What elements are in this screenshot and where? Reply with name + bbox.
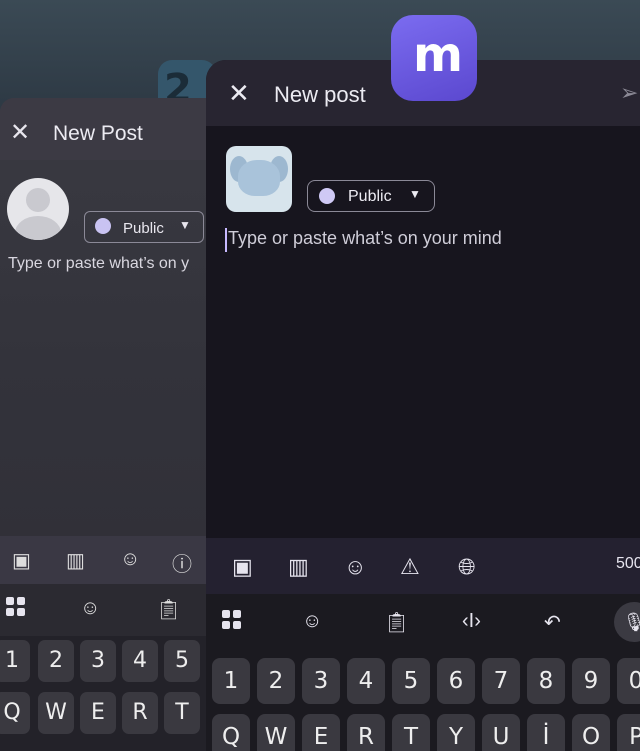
- info-icon[interactable]: ⓘ: [172, 548, 192, 577]
- left-header: ✕ New Post: [0, 98, 206, 160]
- left-keyboard-toolbar: ☺ 📋︎: [0, 584, 206, 636]
- emoji-keyboard-icon[interactable]: ☺: [302, 610, 322, 633]
- key-6[interactable]: 6: [437, 658, 475, 704]
- globe-icon: [319, 188, 335, 204]
- visibility-dropdown[interactable]: Public ▼: [307, 180, 435, 212]
- key-4[interactable]: 4: [122, 640, 158, 682]
- key-5[interactable]: 5: [164, 640, 200, 682]
- caret-down-icon: ▼: [179, 218, 191, 232]
- poll-icon[interactable]: ▥: [66, 548, 85, 573]
- right-compose-toolbar: ▣ ▥ ☺ ⚠ 🌐︎ 500: [206, 538, 640, 594]
- post-text-input[interactable]: Type or paste what’s on your mind: [228, 228, 502, 249]
- key-t[interactable]: T: [164, 692, 200, 734]
- content-warning-icon[interactable]: ⚠: [400, 554, 420, 580]
- right-title: New post: [274, 82, 366, 107]
- mic-icon[interactable]: 🎙︎: [614, 602, 640, 642]
- emoji-icon[interactable]: ☺: [344, 554, 366, 580]
- caret-down-icon: ▼: [409, 187, 421, 201]
- text-cursor-control-icon[interactable]: ‹I›: [462, 610, 481, 633]
- apps-grid-icon[interactable]: [6, 597, 26, 623]
- visibility-label: Public: [348, 188, 392, 205]
- right-compose-window: ✕ New post ➢ Public ▼ Type or paste what…: [206, 60, 640, 751]
- send-icon[interactable]: ➢: [620, 80, 638, 106]
- key-r[interactable]: R: [122, 692, 158, 734]
- clipboard-icon[interactable]: 📋︎: [384, 610, 409, 635]
- key-w[interactable]: W: [257, 714, 295, 751]
- poll-icon[interactable]: ▥: [288, 554, 309, 580]
- key-q[interactable]: Q: [212, 714, 250, 751]
- post-text-input[interactable]: Type or paste what’s on y: [8, 255, 206, 273]
- globe-icon: [95, 218, 111, 234]
- close-icon[interactable]: ✕: [10, 118, 30, 147]
- key-4[interactable]: 4: [347, 658, 385, 704]
- key-1[interactable]: 1: [0, 640, 30, 682]
- undo-icon[interactable]: ↶: [544, 610, 561, 635]
- key-7[interactable]: 7: [482, 658, 520, 704]
- apps-grid-icon[interactable]: [222, 610, 242, 636]
- visibility-label: Public: [123, 220, 164, 237]
- visibility-dropdown[interactable]: Public ▼: [84, 211, 204, 243]
- key-w[interactable]: W: [38, 692, 74, 734]
- left-title: New Post: [53, 122, 143, 145]
- clipboard-icon[interactable]: 📋︎: [156, 597, 181, 622]
- key-2[interactable]: 2: [38, 640, 74, 682]
- emoji-icon[interactable]: ☺: [120, 548, 140, 571]
- key-e[interactable]: E: [80, 692, 116, 734]
- add-media-icon[interactable]: ▣: [232, 554, 253, 580]
- key-u[interactable]: U: [482, 714, 520, 751]
- text-cursor: [225, 228, 227, 252]
- close-icon[interactable]: ✕: [228, 78, 250, 109]
- left-keyboard: 1 2 3 4 5 Q W E R T: [0, 636, 206, 751]
- right-keyboard-toolbar: ☺ 📋︎ ‹I› ↶ 🎙︎: [206, 594, 640, 650]
- key-p[interactable]: P: [617, 714, 640, 751]
- key-8[interactable]: 8: [527, 658, 565, 704]
- character-count: 500: [616, 555, 640, 572]
- key-2[interactable]: 2: [257, 658, 295, 704]
- left-compose-toolbar: ▣ ▥ ☺ ⓘ: [0, 536, 206, 584]
- key-t[interactable]: T: [392, 714, 430, 751]
- key-3[interactable]: 3: [302, 658, 340, 704]
- key-o[interactable]: O: [572, 714, 610, 751]
- key-3[interactable]: 3: [80, 640, 116, 682]
- key-e[interactable]: E: [302, 714, 340, 751]
- key-y[interactable]: Y: [437, 714, 475, 751]
- key-5[interactable]: 5: [392, 658, 430, 704]
- key-9[interactable]: 9: [572, 658, 610, 704]
- avatar: [226, 146, 292, 212]
- media-icon[interactable]: ▣: [12, 548, 31, 573]
- avatar: [7, 178, 69, 240]
- key-r[interactable]: R: [347, 714, 385, 751]
- left-compose-window: ✕ New Post Public ▼ Type or paste what’s…: [0, 98, 206, 751]
- language-globe-icon[interactable]: 🌐︎: [458, 554, 476, 580]
- key-i[interactable]: İ: [527, 714, 565, 751]
- right-keyboard: 1 2 3 4 5 6 7 8 9 0 Q W E R T Y U İ O P: [206, 650, 640, 751]
- key-0[interactable]: 0: [617, 658, 640, 704]
- mastodon-logo-icon: m: [391, 15, 477, 101]
- key-1[interactable]: 1: [212, 658, 250, 704]
- emoji-keyboard-icon[interactable]: ☺: [80, 597, 100, 620]
- key-q[interactable]: Q: [0, 692, 30, 734]
